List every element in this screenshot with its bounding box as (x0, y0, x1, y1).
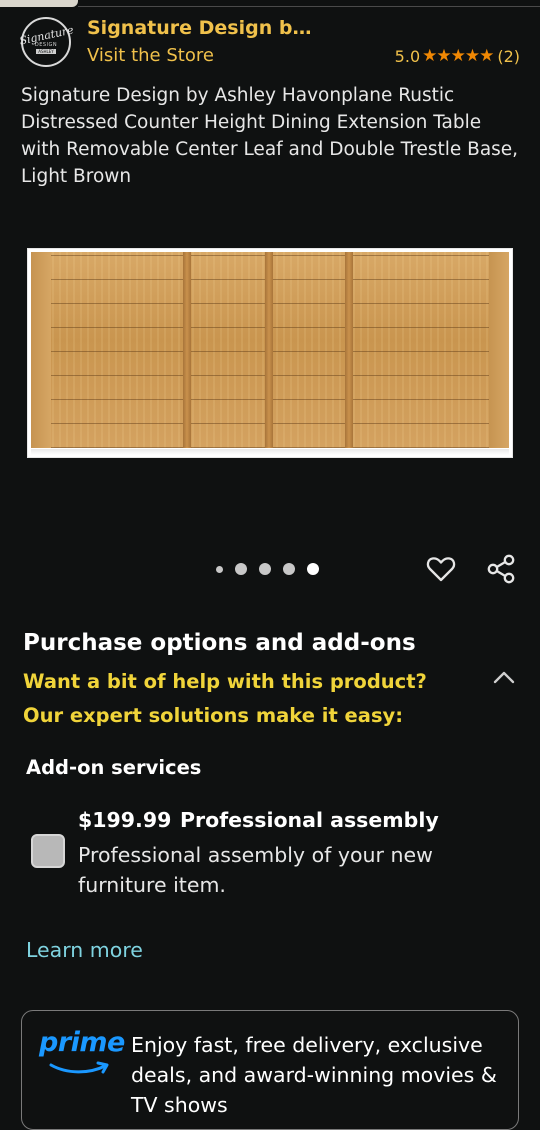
prime-logo-text: prime (39, 1027, 125, 1058)
brand-name-link[interactable]: Signature Design b… (87, 17, 311, 39)
brand-logo-ashley: ASHLEY (36, 49, 56, 54)
product-image[interactable] (27, 248, 513, 458)
prime-banner[interactable]: prime Enjoy fast, free delivery, exclusi… (21, 1010, 519, 1130)
help-text-line1: Want a bit of help with this product? (23, 670, 427, 693)
table-seam (265, 252, 273, 448)
carousel-dot[interactable] (259, 563, 271, 575)
brand-row: Signature DESIGN ASHLEY Signature Design… (18, 15, 526, 71)
divider (78, 6, 540, 7)
prime-banner-text: Enjoy fast, free delivery, exclusive dea… (131, 1033, 497, 1117)
carousel-dot[interactable] (283, 563, 295, 575)
brand-logo[interactable]: Signature DESIGN ASHLEY (18, 17, 74, 67)
carousel-dot[interactable] (216, 565, 223, 573)
table-seam (345, 252, 353, 448)
prime-logo: prime (39, 1027, 125, 1079)
purchase-options-heading: Purchase options and add-ons (23, 630, 416, 656)
rating-summary[interactable]: 5.0 ★★★★★ (2) (395, 46, 520, 66)
previous-image-edge (0, 0, 78, 7)
rating-count: (2) (497, 46, 520, 66)
chevron-up-icon (493, 671, 515, 684)
prime-smile-icon (49, 1061, 109, 1074)
addon-name: Professional assembly (180, 808, 439, 832)
assembly-checkbox[interactable] (31, 834, 65, 868)
addon-price: $199.99 (78, 808, 172, 832)
table-top-image (31, 252, 509, 448)
carousel-dot-active[interactable] (307, 563, 319, 575)
table-end-board-left (31, 252, 51, 448)
collapse-section-button[interactable] (490, 666, 518, 690)
star-rating-icon: ★★★★★ (422, 46, 494, 66)
visit-store-link[interactable]: Visit the Store (87, 45, 214, 66)
share-icon (487, 554, 515, 584)
carousel-indicator (216, 563, 319, 575)
table-end-board-right (489, 252, 509, 448)
favorite-button[interactable] (425, 553, 457, 585)
image-shadow (31, 449, 509, 455)
learn-more-link[interactable]: Learn more (26, 938, 143, 962)
heart-icon (426, 557, 456, 582)
share-button[interactable] (485, 553, 517, 585)
rating-value: 5.0 (394, 46, 421, 66)
carousel-dot[interactable] (235, 563, 247, 575)
help-text-line2: Our expert solutions make it easy: (23, 704, 404, 727)
addon-description: Professional assembly of your new furnit… (78, 843, 433, 897)
addon-services-heading: Add-on services (26, 756, 202, 779)
table-seam (183, 252, 191, 448)
product-title: Signature Design by Ashley Havonplane Ru… (21, 85, 519, 187)
top-edge (0, 0, 540, 8)
